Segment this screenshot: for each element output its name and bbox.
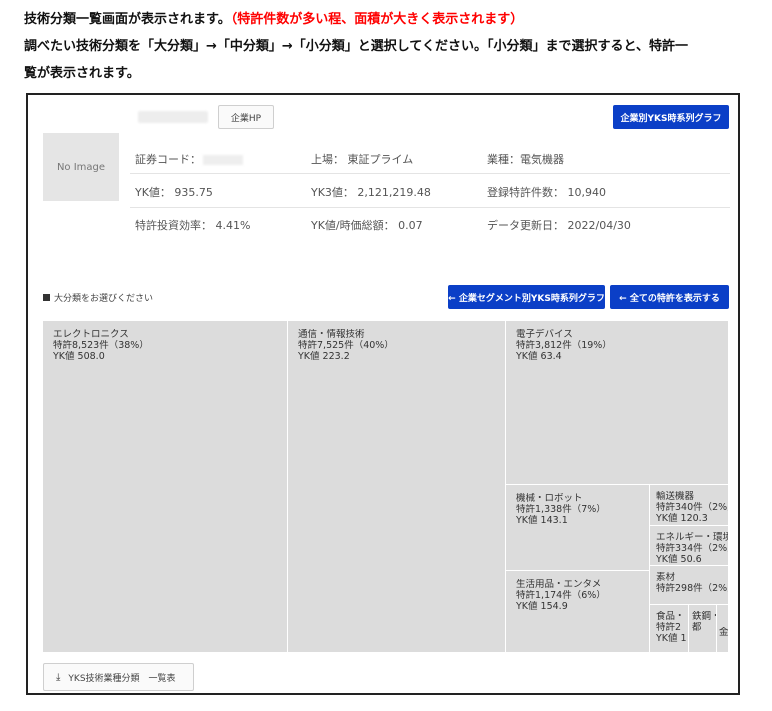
treemap-cell-consumer-entertainment[interactable]: 生活用品・エンタメ 特許1,174件（6%） YK値 154.9 [506,571,650,653]
divider [130,173,730,174]
treemap-cell-transport[interactable]: 輸送機器 特許340件（2%） YK値 120.3 [650,485,729,526]
cell-name: 鉄鋼・ [692,611,716,622]
divider [130,207,730,208]
treemap-cell-machinery-robotics[interactable]: 機械・ロボット 特許1,338件（7%） YK値 143.1 [506,485,650,571]
cell-name: エネルギー・環境 [656,532,728,543]
yk-market-cap-ratio: YK値/時価総額： 0.07 [311,219,423,232]
company-timeseries-graph-button[interactable]: 企業別YKS時系列グラフ [613,105,729,129]
cell-name: 生活用品・エンタメ [516,579,602,590]
cell-yk: YK値 154.9 [516,601,568,612]
patent-investment-efficiency: 特許投資効率： 4.41% [135,219,251,232]
data-updated-date: データ更新日： 2022/04/30 [487,219,631,232]
screenshot-frame: No Image 企業HP 企業別YKS時系列グラフ 証券コード： 上場： 東証… [26,93,740,695]
cell-yk: YK値 508.0 [53,351,105,362]
cell-patents: 特許298件（2%） [656,583,728,594]
instruction-line-1: 技術分類一覧画面が表示されます。（特許件数が多い程、面積が大きく表示されます） [24,6,523,33]
treemap-cell-steel[interactable]: 鉄鋼・ 都 [689,605,717,653]
treemap-cell-energy-environment[interactable]: エネルギー・環境 特許334件（2%） YK値 50.6 [650,526,729,566]
segment-timeseries-graph-button[interactable]: ← 企業セグメント別YKS時系列グラフ [448,285,605,309]
cell-name: エレクトロニクス [53,329,129,340]
instruction-highlight: （特許件数が多い程、面積が大きく表示されます） [230,12,524,27]
securities-code: 証券コード： [135,151,243,167]
company-hp-button[interactable]: 企業HP [218,105,274,129]
listing-market: 上場： 東証プライム [311,153,414,166]
category-select-label: 大分類をお選びください [43,291,153,304]
cell-yk: 都 [692,622,702,633]
instruction-line-3: 覧が表示されます。 [24,66,140,81]
show-all-patents-button[interactable]: ← 全ての特許を表示する [610,285,729,309]
cell-yk: YK値 63.4 [516,351,562,362]
cell-name: 機械・ロボット [516,493,583,504]
cell-yk: YK値 120.3 [656,513,708,524]
treemap-cell-electronics[interactable]: エレクトロニクス 特許8,523件（38%） YK値 508.0 [43,321,288,653]
cell-patents: 特許8,523件（38%） [53,340,149,351]
instruction-text: 技術分類一覧画面が表示されます。 [24,12,231,27]
cell-name: 輸送機器 [656,491,695,502]
cell-name: 金 [719,627,728,638]
securities-code-label: 証券コード： [135,153,201,166]
cell-name: 素材 [656,572,676,583]
cell-patents: 特許7,525件（40%） [298,340,394,351]
treemap-cell-metals[interactable]: 金 [717,605,729,653]
securities-code-redacted [203,155,243,165]
list-button-label: YKS技術業種分類 一覧表 [68,673,176,684]
industry: 業種：電気機器 [487,153,564,166]
instruction-line-2: 調べたい技術分類を「大分類」→「中分類」→「小分類」と選択してください。「小分類… [24,39,688,54]
download-icon: ⤓ [56,671,61,683]
square-bullet-icon [43,294,50,301]
cell-patents: 特許1,338件（7%） [516,504,606,515]
cell-yk: YK値 50.6 [656,554,702,565]
cell-patents: 特許3,812件（19%） [516,340,612,351]
category-select-text: 大分類をお選びください [54,294,154,304]
registered-patent-count: 登録特許件数： 10,940 [487,186,606,199]
treemap-cell-communications[interactable]: 通信・情報技術 特許7,525件（40%） YK値 223.2 [288,321,506,653]
yk-value: YK値： 935.75 [135,186,213,199]
treemap-cell-materials[interactable]: 素材 特許298件（2%） [650,566,729,605]
technology-treemap: エレクトロニクス 特許8,523件（38%） YK値 508.0 通信・情報技術… [43,321,729,653]
treemap-cell-food[interactable]: 食品・ 特許2 YK値 1 [650,605,689,653]
company-logo-placeholder: No Image [43,133,119,201]
cell-yk: YK値 1 [656,633,687,644]
cell-name: 食品・ [656,611,685,622]
cell-yk: YK値 223.2 [298,351,350,362]
cell-name: 電子デバイス [516,329,573,340]
cell-patents: 特許334件（2%） [656,543,728,554]
cell-patents: 特許340件（2%） [656,502,728,513]
company-name-redacted [138,111,208,123]
cell-yk: YK値 143.1 [516,515,568,526]
yk3-value: YK3値： 2,121,219.48 [311,186,431,199]
treemap-cell-electronic-devices[interactable]: 電子デバイス 特許3,812件（19%） YK値 63.4 [506,321,729,485]
cell-patents: 特許1,174件（6%） [516,590,606,601]
technology-classification-list-button[interactable]: ⤓ YKS技術業種分類 一覧表 [43,663,194,691]
cell-name: 通信・情報技術 [298,329,365,340]
cell-patents: 特許2 [656,622,682,633]
